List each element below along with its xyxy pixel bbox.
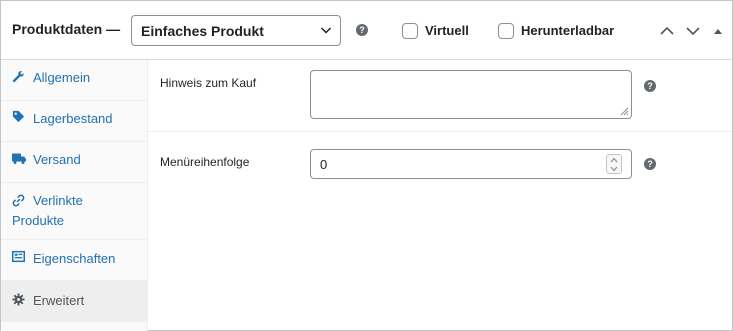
question-circle-icon[interactable]: ?: [356, 24, 368, 36]
menu-order-value: 0: [320, 157, 328, 172]
tab-linked-products[interactable]: Verlinkte Produkte: [1, 183, 147, 240]
product-data-panel: Produktdaten — Einfaches Produkt ? Virtu…: [0, 0, 733, 331]
downloadable-checkbox[interactable]: [498, 23, 514, 39]
gear-icon: [12, 293, 25, 306]
resize-grip-icon[interactable]: [620, 107, 629, 116]
tab-label-line2: Produkte: [12, 213, 65, 228]
purchase-note-label: Hinweis zum Kauf: [160, 76, 257, 90]
divider: [148, 131, 732, 132]
menu-order-label: Menüreihenfolge: [160, 155, 250, 169]
chevron-up-icon[interactable]: [659, 23, 675, 39]
question-circle-icon[interactable]: ?: [644, 80, 656, 92]
chevron-down-icon[interactable]: [685, 23, 701, 39]
tab-label: Erweitert: [33, 293, 85, 308]
tab-label: Allgemein: [33, 70, 91, 85]
tab-label-line1: Verlinkte: [33, 193, 83, 208]
product-type-select[interactable]: Einfaches Produkt: [131, 15, 341, 46]
menu-order-input[interactable]: 0: [310, 149, 632, 179]
chevron-down-icon: [320, 27, 332, 34]
tab-general[interactable]: Allgemein: [1, 60, 147, 101]
tab-label: Versand: [33, 152, 81, 167]
stepper-down-icon[interactable]: [610, 166, 618, 172]
tab-attributes[interactable]: Eigenschaften: [1, 240, 147, 281]
stepper-up-icon[interactable]: [610, 157, 618, 163]
panel-title: Produktdaten —: [12, 21, 121, 37]
tab-label: Lagerbestand: [33, 111, 113, 126]
triangle-up-icon[interactable]: [712, 23, 724, 39]
link-icon: [12, 194, 25, 207]
virtual-label: Virtuell: [425, 23, 469, 38]
wrench-icon: [12, 71, 24, 83]
tab-inventory[interactable]: Lagerbestand: [1, 101, 147, 142]
panel-header: Produktdaten — Einfaches Produkt ? Virtu…: [1, 1, 732, 60]
virtual-checkbox[interactable]: [402, 23, 418, 39]
downloadable-label: Herunterladbar: [521, 23, 615, 38]
truck-icon: [12, 153, 26, 164]
tab-label: Eigenschaften: [33, 251, 116, 266]
product-type-value: Einfaches Produkt: [141, 23, 264, 39]
list-icon: [12, 250, 25, 263]
product-data-tabs: Allgemein Lagerbestand Versand Verlinkte…: [1, 60, 148, 331]
advanced-options-panel: Hinweis zum Kauf ? Menüreihenfolge 0 ?: [148, 60, 732, 331]
tab-advanced[interactable]: Erweitert: [1, 281, 147, 322]
number-stepper[interactable]: [606, 154, 622, 174]
question-circle-icon[interactable]: ?: [644, 158, 656, 170]
tab-shipping[interactable]: Versand: [1, 142, 147, 183]
purchase-note-textarea[interactable]: [310, 70, 632, 119]
tag-icon: [12, 110, 25, 123]
